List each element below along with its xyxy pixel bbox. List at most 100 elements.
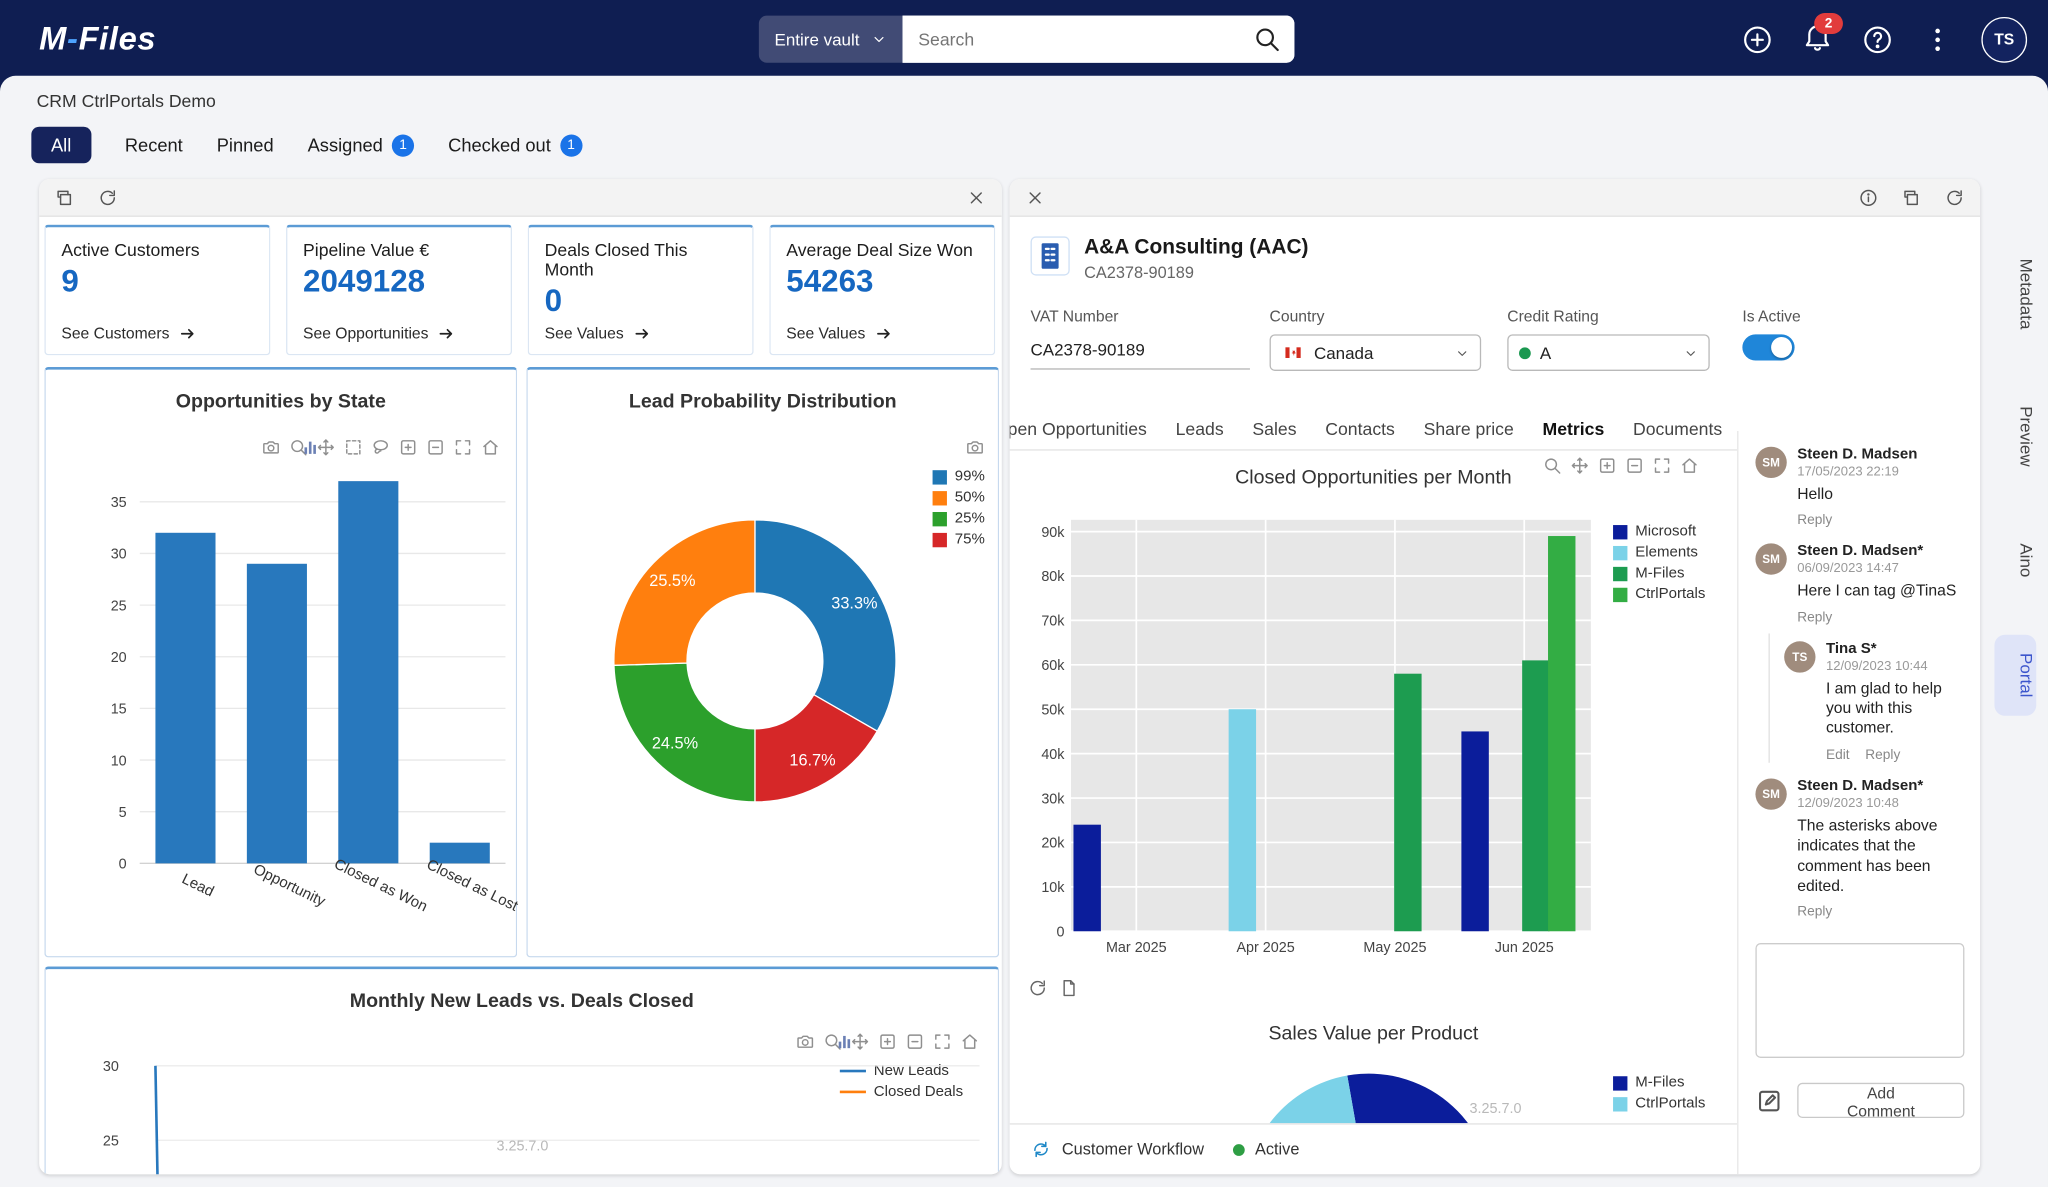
assigned-count-badge: 1 (392, 134, 414, 156)
comment: SM Steen D. Madsen* 12/09/2023 10:48 The… (1755, 778, 1964, 920)
help-icon[interactable] (1861, 23, 1894, 56)
svg-text:40k: 40k (1041, 747, 1065, 763)
field-label: Country (1270, 307, 1482, 325)
donut-chart-canvas[interactable]: 33.3%16.7%24.5%25.5% (528, 461, 1001, 960)
kpi-value: 54263 (786, 264, 978, 301)
vault-selector[interactable]: Entire vault (759, 16, 903, 63)
autoscale-icon[interactable] (453, 438, 473, 458)
chart-title: Opportunities by State (46, 391, 516, 413)
popout-icon[interactable] (1902, 187, 1922, 207)
tab-open-opportunities[interactable]: Open Opportunities (1010, 419, 1147, 439)
country-value: Canada (1314, 343, 1373, 363)
version-watermark: 3.25.7.0 (1430, 1101, 1561, 1117)
kpi-title: Active Customers (61, 240, 253, 260)
kpi-link-see-customers[interactable]: See Customers (61, 324, 195, 342)
lasso-icon[interactable] (371, 438, 391, 458)
rail-tab-metadata[interactable]: Metadata (1994, 248, 2036, 340)
comment-body: The asterisks above indicates that the c… (1797, 816, 1964, 896)
add-comment-button[interactable]: Add Comment (1797, 1083, 1964, 1118)
edit-comment-icon[interactable] (1755, 1086, 1783, 1115)
reply-link[interactable]: Reply (1797, 512, 1832, 528)
rail-tab-aino[interactable]: Aino (1994, 533, 2036, 588)
bar-chart-canvas[interactable]: 05101520253035LeadOpportunityClosed as W… (46, 461, 519, 960)
tab-checked-out-label: Checked out (448, 135, 551, 156)
close-icon[interactable] (1025, 187, 1045, 207)
tab-all-label: All (51, 135, 71, 156)
vat-number-input[interactable] (1031, 334, 1250, 369)
document-icon[interactable] (1059, 978, 1079, 998)
svg-text:0: 0 (1056, 924, 1064, 940)
tab-recent[interactable]: Recent (125, 135, 183, 156)
user-avatar[interactable]: TS (1981, 16, 2027, 62)
notification-badge: 2 (1814, 13, 1843, 34)
field-label: Credit Rating (1507, 307, 1709, 325)
tab-assigned[interactable]: Assigned1 (308, 134, 415, 156)
tab-pinned[interactable]: Pinned (217, 135, 274, 156)
close-icon[interactable] (967, 187, 987, 207)
mfiles-logo[interactable]: M-Files (39, 0, 156, 78)
tab-leads[interactable]: Leads (1176, 419, 1224, 439)
line-chart-canvas[interactable]: 3025 (46, 1048, 1001, 1175)
rating-status-dot (1519, 347, 1531, 359)
vault-selector-label: Entire vault (775, 29, 860, 49)
svg-text:0: 0 (119, 857, 127, 873)
camera-icon[interactable] (261, 438, 281, 458)
workflow-state[interactable]: Active (1255, 1140, 1299, 1158)
chart-title: Sales Value per Product (1010, 1023, 1738, 1045)
search-input[interactable] (903, 16, 1295, 63)
arrow-right-icon (179, 325, 196, 342)
kpi-title: Average Deal Size Won (786, 240, 978, 260)
pie-chart-canvas[interactable] (1010, 1045, 1738, 1123)
popout-icon[interactable] (55, 187, 75, 207)
box-select-icon[interactable] (344, 438, 364, 458)
refresh-icon[interactable] (1945, 187, 1965, 207)
plotly-logo-icon[interactable] (300, 438, 320, 458)
notifications-button[interactable]: 2 (1801, 20, 1834, 59)
camera-icon[interactable] (965, 438, 985, 458)
zoom-in-icon[interactable] (398, 438, 418, 458)
reply-link[interactable]: Reply (1865, 747, 1900, 763)
search-icon[interactable] (1253, 25, 1282, 54)
chart-modebar (965, 438, 985, 458)
home-icon[interactable] (481, 438, 501, 458)
reply-link[interactable]: Reply (1797, 904, 1832, 920)
tab-all[interactable]: All (31, 127, 91, 164)
zoom-out-icon[interactable] (426, 438, 446, 458)
comment-author: Steen D. Madsen* (1797, 544, 1956, 560)
country-select[interactable]: Canada (1270, 334, 1482, 371)
comment: SM Steen D. Madsen* 06/09/2023 14:47 Her… (1755, 544, 1964, 625)
tab-sales[interactable]: Sales (1252, 419, 1296, 439)
is-active-toggle[interactable] (1742, 334, 1794, 360)
svg-text:25: 25 (111, 598, 127, 614)
tab-checked-out[interactable]: Checked out1 (448, 134, 582, 156)
tab-share-price[interactable]: Share price (1424, 419, 1514, 439)
workflow-label[interactable]: Customer Workflow (1062, 1140, 1204, 1158)
kpi-link-see-values[interactable]: See Values (786, 324, 891, 342)
edit-link[interactable]: Edit (1826, 747, 1850, 763)
rail-tab-preview[interactable]: Preview (1994, 396, 2036, 477)
tab-contacts[interactable]: Contacts (1325, 419, 1395, 439)
tab-metrics[interactable]: Metrics (1543, 419, 1605, 439)
chevron-down-icon (871, 31, 887, 47)
reply-link[interactable]: Reply (1797, 610, 1832, 626)
rail-tab-portal[interactable]: Portal (1994, 635, 2036, 716)
record-toolbar (1010, 179, 1980, 217)
grouped-bar-chart-canvas[interactable]: Mar 2025Apr 2025May 2025Jun 2025010k20k3… (1010, 440, 1738, 969)
create-new-icon[interactable] (1741, 23, 1774, 56)
comment-input[interactable] (1755, 943, 1964, 1058)
breadcrumb[interactable]: CRM CtrlPortals Demo (37, 91, 216, 111)
kpi-card-active-customers: Active Customers 9 See Customers (44, 225, 270, 356)
svg-text:25.5%: 25.5% (649, 572, 695, 590)
credit-rating-value: A (1540, 343, 1551, 363)
info-icon[interactable] (1859, 187, 1879, 207)
refresh-icon[interactable] (1028, 978, 1048, 998)
kpi-link-see-values[interactable]: See Values (545, 324, 650, 342)
svg-text:Closed as Won: Closed as Won (331, 856, 430, 916)
credit-rating-select[interactable]: A (1507, 334, 1709, 371)
tab-documents[interactable]: Documents (1633, 419, 1722, 439)
refresh-icon[interactable] (98, 187, 118, 207)
overflow-menu-icon[interactable] (1921, 23, 1954, 56)
kpi-link-see-opportunities[interactable]: See Opportunities (303, 324, 455, 342)
svg-text:20k: 20k (1041, 836, 1065, 852)
svg-text:35: 35 (111, 495, 127, 511)
